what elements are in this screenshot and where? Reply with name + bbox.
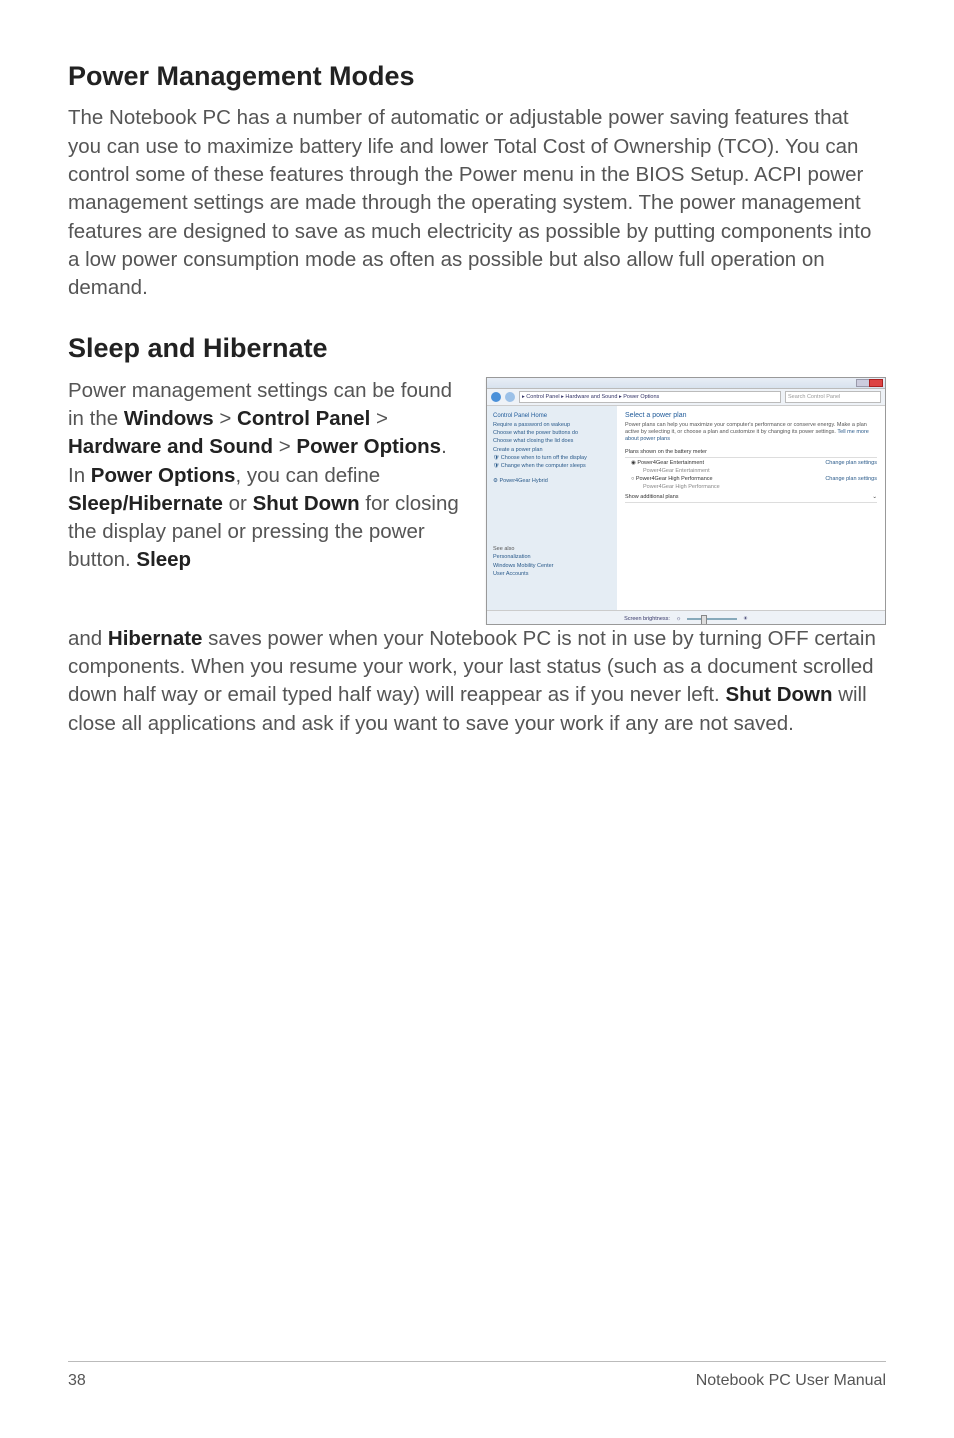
text: and xyxy=(68,627,108,650)
plan-row: ○ Power4Gear High Performance Change pla… xyxy=(625,476,877,482)
sidebar-link[interactable]: Choose what closing the lid does xyxy=(493,437,611,445)
bold-sleep-hibernate: Sleep/Hibernate xyxy=(68,492,223,515)
bold-windows: Windows xyxy=(124,407,214,430)
search-input[interactable]: Search Control Panel xyxy=(785,391,881,403)
brightness-bar: Screen brightness: ☼ ☀ xyxy=(487,610,885,625)
paragraph-intro: The Notebook PC has a number of automati… xyxy=(68,104,886,302)
sidebar-seealso-link[interactable]: Personalization xyxy=(493,553,611,561)
page-footer: 38 Notebook PC User Manual xyxy=(68,1361,886,1390)
panel-title: Select a power plan xyxy=(625,412,877,419)
radio-plan-1[interactable]: ◉ Power4Gear Entertainment xyxy=(631,460,704,466)
show-additional-label: Show additional plans xyxy=(625,494,679,500)
text: > xyxy=(370,407,388,430)
screenshot-power-options: ▸ Control Panel ▸ Hardware and Sound ▸ P… xyxy=(486,377,886,625)
sidebar-seealso-link[interactable]: User Accounts xyxy=(493,570,611,578)
bold-shut-down: Shut Down xyxy=(253,492,360,515)
brightness-slider[interactable] xyxy=(687,618,737,620)
sidebar-seealso-link[interactable]: Windows Mobility Center xyxy=(493,562,611,570)
window-titlebar xyxy=(487,378,885,389)
plan-sub: Power4Gear High Performance xyxy=(625,484,877,490)
sun-bright-icon: ☀ xyxy=(743,616,748,622)
plans-header: Plans shown on the battery meter xyxy=(625,449,877,458)
sidebar-link[interactable]: Choose when to turn off the display xyxy=(493,454,611,463)
change-plan-settings-link[interactable]: Change plan settings xyxy=(825,460,877,466)
text: or xyxy=(223,492,253,515)
show-additional-plans[interactable]: Show additional plans ⌄ xyxy=(625,494,877,503)
heading-power-management-modes: Power Management Modes xyxy=(68,60,886,92)
brightness-label: Screen brightness: xyxy=(624,616,670,622)
forward-button-icon[interactable] xyxy=(505,392,515,402)
chevron-down-icon: ⌄ xyxy=(872,494,877,500)
bold-power-options: Power Options xyxy=(296,435,441,458)
breadcrumb[interactable]: ▸ Control Panel ▸ Hardware and Sound ▸ P… xyxy=(519,391,781,403)
page-number: 38 xyxy=(68,1372,86,1390)
plan-sub: Power4Gear Entertainment xyxy=(625,468,877,474)
sidebar-power4gear-label: Power4Gear Hybrid xyxy=(499,478,547,484)
address-bar: ▸ Control Panel ▸ Hardware and Sound ▸ P… xyxy=(487,389,885,406)
back-button-icon[interactable] xyxy=(491,392,501,402)
radio-plan-2[interactable]: ○ Power4Gear High Performance xyxy=(631,476,713,482)
paragraph-settings-location: Power management settings can be found i… xyxy=(68,377,468,575)
bold-sleep: Sleep xyxy=(136,548,191,571)
footer-title: Notebook PC User Manual xyxy=(696,1372,886,1390)
main-panel: Select a power plan Power plans can help… xyxy=(617,406,885,610)
sun-dim-icon: ☼ xyxy=(676,616,681,622)
sidebar: Control Panel Home Require a password on… xyxy=(487,406,617,610)
plan-label: Power4Gear Entertainment xyxy=(637,460,704,466)
text: > xyxy=(214,407,237,430)
change-plan-settings-link[interactable]: Change plan settings xyxy=(825,476,877,482)
bold-control-panel: Control Panel xyxy=(237,407,370,430)
paragraph-sleep-hibernate-details: and Hibernate saves power when your Note… xyxy=(68,625,886,738)
heading-sleep-hibernate: Sleep and Hibernate xyxy=(68,332,886,364)
maximize-icon[interactable] xyxy=(856,379,870,387)
sidebar-link[interactable]: Change when the computer sleeps xyxy=(493,462,611,471)
plan-row: ◉ Power4Gear Entertainment Change plan s… xyxy=(625,460,877,466)
bold-shut-down-2: Shut Down xyxy=(725,683,832,706)
sidebar-link[interactable]: Require a password on wakeup xyxy=(493,421,611,429)
bold-hibernate: Hibernate xyxy=(108,627,203,650)
bold-power-options-2: Power Options xyxy=(91,464,236,487)
close-icon[interactable] xyxy=(869,379,883,387)
sidebar-power4gear[interactable]: ⚙ Power4Gear Hybrid xyxy=(493,477,611,485)
desc-text: Power plans can help you maximize your c… xyxy=(625,422,867,435)
panel-description: Power plans can help you maximize your c… xyxy=(625,422,877,443)
sidebar-seealso-header: See also xyxy=(493,545,611,553)
sidebar-link[interactable]: Choose what the power buttons do xyxy=(493,429,611,437)
bold-hardware-sound: Hardware and Sound xyxy=(68,435,273,458)
plan-label: Power4Gear High Performance xyxy=(636,476,713,482)
sidebar-link[interactable]: Create a power plan xyxy=(493,446,611,454)
text: , you can define xyxy=(235,464,380,487)
sidebar-home[interactable]: Control Panel Home xyxy=(493,412,611,421)
text: > xyxy=(273,435,296,458)
